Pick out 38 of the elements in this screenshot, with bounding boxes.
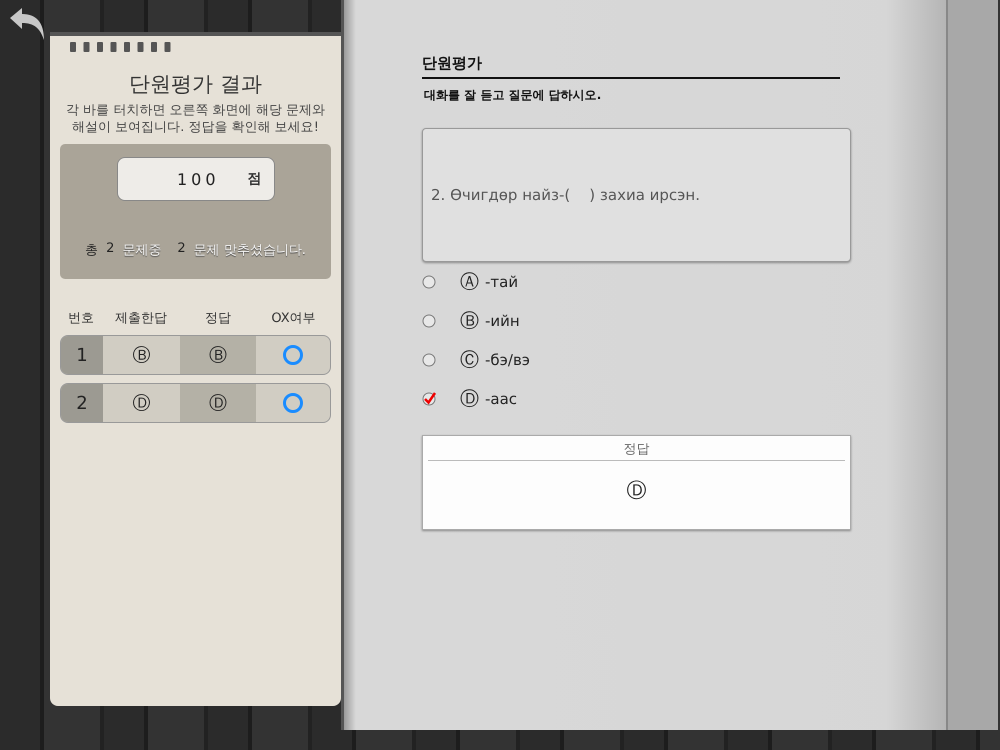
option-letter: Ⓑ <box>460 309 479 334</box>
instruction-text: 대화를 잘 듣고 질문에 답하시오. <box>423 87 602 104</box>
correct-answer: Ⓓ <box>180 384 256 422</box>
summary-text: 2 <box>106 241 114 258</box>
panel-title: 단원평가 결과 <box>129 71 262 98</box>
radio-button[interactable] <box>422 274 438 290</box>
option-letter: Ⓒ <box>460 348 479 373</box>
radio-button[interactable] <box>422 352 438 368</box>
column-header: OX여부 <box>270 310 317 327</box>
result-row[interactable]: 2 Ⓓ Ⓓ <box>60 383 331 423</box>
correct-answer: Ⓑ <box>180 336 256 374</box>
submitted-answer: Ⓓ <box>132 392 152 416</box>
summary-text: 총 <box>85 242 98 259</box>
checked-radio-button[interactable] <box>422 391 438 407</box>
row-number: 1 <box>61 336 103 374</box>
column-header: 정답 <box>204 310 232 327</box>
column-header: 제출한답 <box>114 310 168 327</box>
option-text: -аас <box>485 390 518 408</box>
summary-text: 2 <box>177 241 186 258</box>
column-header: 번호 <box>67 310 95 327</box>
answer-label: 정답 <box>428 436 845 461</box>
option-text: -бэ/вэ <box>485 351 530 369</box>
result-row[interactable]: 1 Ⓑ Ⓑ <box>60 335 331 375</box>
panel-description: 각 바를 터치하면 오른쪽 화면에 해당 문제와 해설이 보여집니다. 정답을 확인해 보세요! <box>65 102 326 136</box>
radio-button[interactable] <box>422 313 438 329</box>
score-unit: 점 <box>248 170 262 188</box>
submitted-answer: Ⓑ <box>132 344 152 368</box>
score-value: 100 <box>176 170 220 188</box>
question-text: 2. Өчигдөр найз-( ) захиа ирсэн. <box>431 186 700 204</box>
option-text: -тай <box>485 273 518 291</box>
row-number: 2 <box>61 384 103 422</box>
option-letter: Ⓓ <box>460 387 479 412</box>
summary-text: 문제 맞추셨습니다. <box>194 242 306 259</box>
option-text: -ийн <box>485 312 520 330</box>
summary-text: 문제중 <box>122 242 162 259</box>
section-title: 단원평가 <box>422 54 840 79</box>
option-letter: Ⓐ <box>460 270 479 295</box>
answer-value: Ⓓ <box>626 477 646 504</box>
